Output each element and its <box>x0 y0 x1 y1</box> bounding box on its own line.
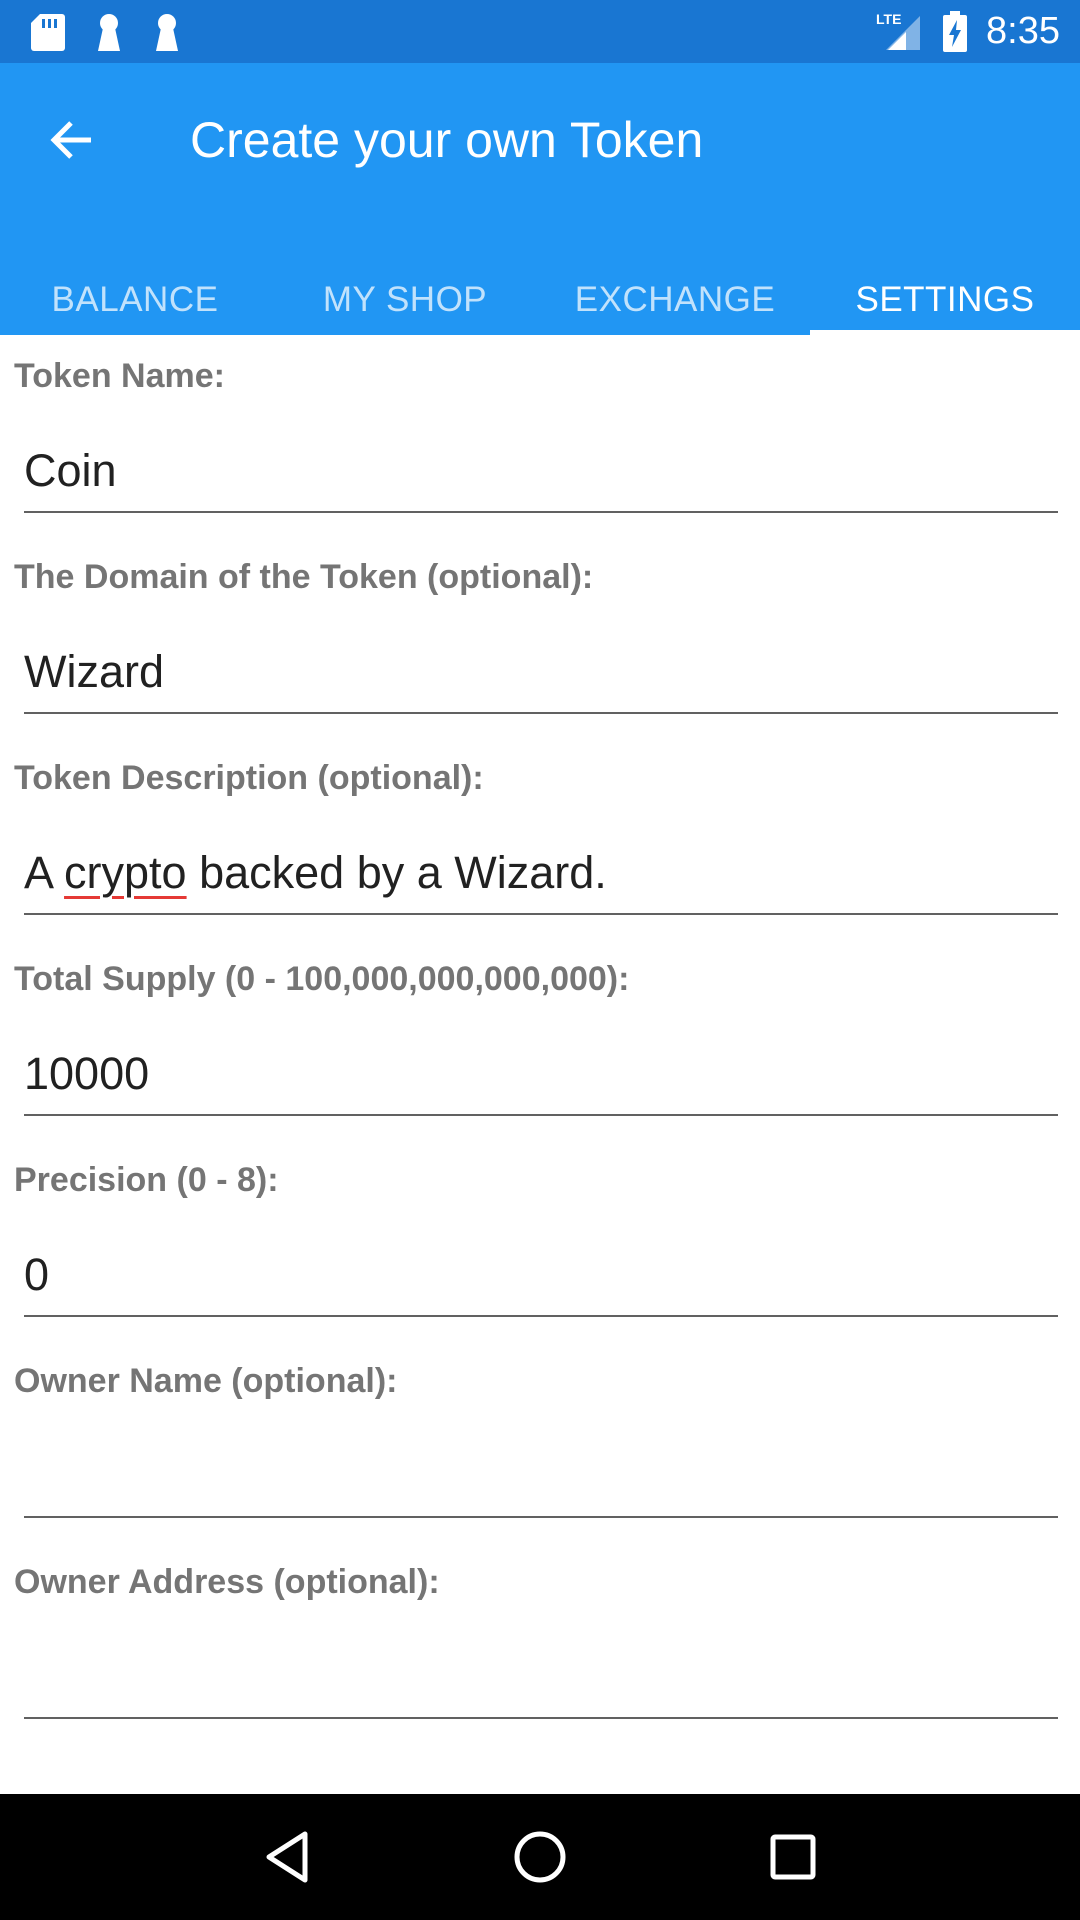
field-precision: Precision (0 - 8): 0 <box>0 1139 1080 1340</box>
tab-balance[interactable]: BALANCE <box>0 273 270 335</box>
nav-back-button[interactable] <box>237 1807 337 1907</box>
token-name-input[interactable]: Coin <box>24 435 1058 513</box>
owner-name-input[interactable] <box>24 1440 1058 1518</box>
status-right-icons: LTE 8:35 <box>876 0 1060 63</box>
field-token-name: Token Name: Coin <box>0 335 1080 536</box>
recents-square-icon <box>770 1834 816 1880</box>
field-owner-address: Owner Address (optional): <box>0 1541 1080 1742</box>
tab-settings[interactable]: SETTINGS <box>810 273 1080 335</box>
field-token-domain: The Domain of the Token (optional): Wiza… <box>0 536 1080 737</box>
precision-input[interactable]: 0 <box>24 1239 1058 1317</box>
token-description-label: Token Description (optional): <box>14 759 484 797</box>
owner-address-label: Owner Address (optional): <box>14 1563 440 1601</box>
nav-recents-button[interactable] <box>743 1807 843 1907</box>
status-left-icons <box>30 12 182 52</box>
lte-label: LTE <box>876 11 901 27</box>
description-text-part: backed by a Wizard. <box>186 847 607 898</box>
token-form: Token Name: Coin The Domain of the Token… <box>0 335 1080 1742</box>
back-button[interactable] <box>36 105 106 175</box>
field-total-supply: Total Supply (0 - 100,000,000,000,000): … <box>0 938 1080 1139</box>
total-supply-input[interactable]: 10000 <box>24 1038 1058 1116</box>
nav-home-button[interactable] <box>490 1807 590 1907</box>
misspelled-word: crypto <box>64 847 187 898</box>
tab-exchange[interactable]: EXCHANGE <box>540 273 810 335</box>
system-nav-bar <box>0 1794 1080 1920</box>
home-circle-icon <box>514 1831 566 1883</box>
token-name-label: Token Name: <box>14 357 225 395</box>
description-text-part: A <box>24 847 65 898</box>
field-token-description: Token Description (optional): A crypto b… <box>0 737 1080 938</box>
arrow-left-icon <box>50 121 91 159</box>
token-domain-label: The Domain of the Token (optional): <box>14 558 594 596</box>
battery-charging-icon <box>943 10 968 52</box>
page-title: Create your own Token <box>190 112 704 168</box>
app-bar: Create your own Token BALANCE MY SHOP EX… <box>0 63 1080 335</box>
status-time: 8:35 <box>986 10 1060 52</box>
precision-label: Precision (0 - 8): <box>14 1161 279 1199</box>
signal-icon: LTE <box>876 11 921 50</box>
status-bar: LTE 8:35 <box>0 0 1080 63</box>
keyhole-icon <box>156 14 178 51</box>
tab-my-shop[interactable]: MY SHOP <box>270 273 540 335</box>
total-supply-label: Total Supply (0 - 100,000,000,000,000): <box>14 960 630 998</box>
field-owner-name: Owner Name (optional): <box>0 1340 1080 1541</box>
sd-card-icon <box>31 14 65 51</box>
token-description-input[interactable]: A crypto backed by a Wizard. <box>24 837 1058 915</box>
keyhole-icon <box>98 14 120 51</box>
token-domain-input[interactable]: Wizard <box>24 636 1058 714</box>
back-triangle-icon <box>266 1831 308 1883</box>
owner-address-input[interactable] <box>24 1641 1058 1719</box>
tab-bar: BALANCE MY SHOP EXCHANGE SETTINGS <box>0 273 1080 335</box>
owner-name-label: Owner Name (optional): <box>14 1362 398 1400</box>
